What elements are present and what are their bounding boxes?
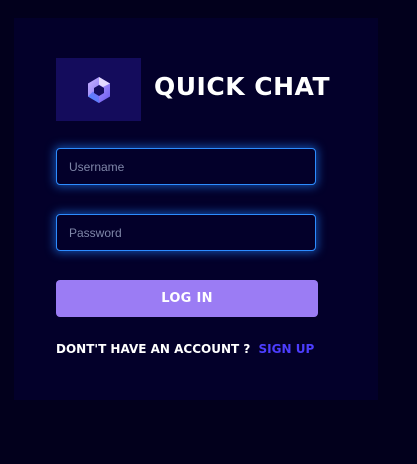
signup-prompt-text: DONT'T HAVE AN ACCOUNT ? [56, 342, 251, 356]
password-input[interactable] [56, 214, 316, 251]
login-button[interactable]: LOG IN [56, 280, 318, 317]
hexagon-logo-icon [86, 76, 112, 104]
login-page: QUICK CHAT LOG IN DONT'T HAVE AN ACCOUNT… [0, 0, 417, 464]
logo-container [56, 58, 141, 121]
signup-link[interactable]: SIGN UP [259, 342, 315, 356]
app-title: QUICK CHAT [154, 72, 331, 101]
login-card: QUICK CHAT LOG IN DONT'T HAVE AN ACCOUNT… [14, 18, 378, 400]
username-input[interactable] [56, 148, 316, 185]
signup-prompt-row: DONT'T HAVE AN ACCOUNT ? SIGN UP [56, 342, 314, 356]
